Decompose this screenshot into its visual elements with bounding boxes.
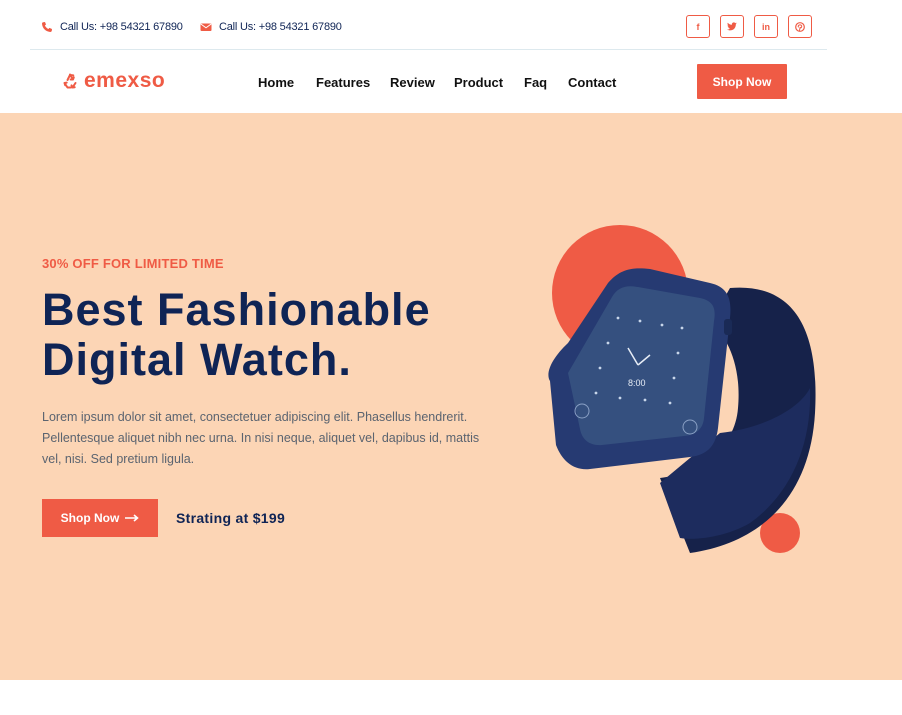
phone-icon xyxy=(42,22,52,32)
email-text: Call Us: +98 54321 67890 xyxy=(219,21,342,33)
brand-logo[interactable]: emexso xyxy=(61,69,165,93)
facebook-icon[interactable]: f xyxy=(686,15,710,38)
smartwatch-image: 8:00 xyxy=(548,225,816,553)
recycle-icon xyxy=(63,73,77,89)
headline-line-1: Best Fashionable xyxy=(42,284,431,335)
nav-features[interactable]: Features xyxy=(316,75,370,90)
main-navbar: emexso Home Features Review Product Faq … xyxy=(0,52,902,113)
nav-product[interactable]: Product xyxy=(454,75,503,90)
top-contact-bar: Call Us: +98 54321 67890 Call Us: +98 54… xyxy=(0,0,902,52)
header-shop-now-button[interactable]: Shop Now xyxy=(697,64,787,99)
hero-headline: Best Fashionable Digital Watch. xyxy=(42,285,482,385)
watch-time: 8:00 xyxy=(628,378,646,388)
nav-home[interactable]: Home xyxy=(258,75,294,90)
hero-shop-now-label: Shop Now xyxy=(60,511,120,525)
topbar-divider xyxy=(30,49,827,50)
phone-text: Call Us: +98 54321 67890 xyxy=(60,21,183,33)
nav-review[interactable]: Review xyxy=(390,75,435,90)
starting-price: Strating at $199 xyxy=(176,510,286,526)
contact-phone[interactable]: Call Us: +98 54321 67890 xyxy=(41,21,183,33)
hero-section: 30% OFF FOR LIMITED TIME Best Fashionabl… xyxy=(0,113,902,680)
nav-contact[interactable]: Contact xyxy=(568,75,616,90)
social-links: f in xyxy=(686,15,812,38)
hero-shop-now-button[interactable]: Shop Now xyxy=(42,499,158,537)
watch-crown xyxy=(724,319,732,335)
contact-email[interactable]: Call Us: +98 54321 67890 xyxy=(200,21,342,33)
linkedin-icon[interactable]: in xyxy=(754,15,778,38)
twitter-bird-glyph xyxy=(727,22,737,31)
envelope-icon xyxy=(200,23,212,31)
twitter-icon[interactable] xyxy=(720,15,744,38)
brand-name: emexso xyxy=(84,69,166,92)
nav-faq[interactable]: Faq xyxy=(524,75,547,90)
arrow-right-icon xyxy=(125,514,140,522)
pinterest-icon[interactable] xyxy=(788,15,812,38)
offer-tagline: 30% OFF FOR LIMITED TIME xyxy=(42,256,224,271)
headline-line-2: Digital Watch. xyxy=(42,334,352,385)
hero-description: Lorem ipsum dolor sit amet, consectetuer… xyxy=(42,410,480,466)
pinterest-glyph xyxy=(795,21,805,32)
